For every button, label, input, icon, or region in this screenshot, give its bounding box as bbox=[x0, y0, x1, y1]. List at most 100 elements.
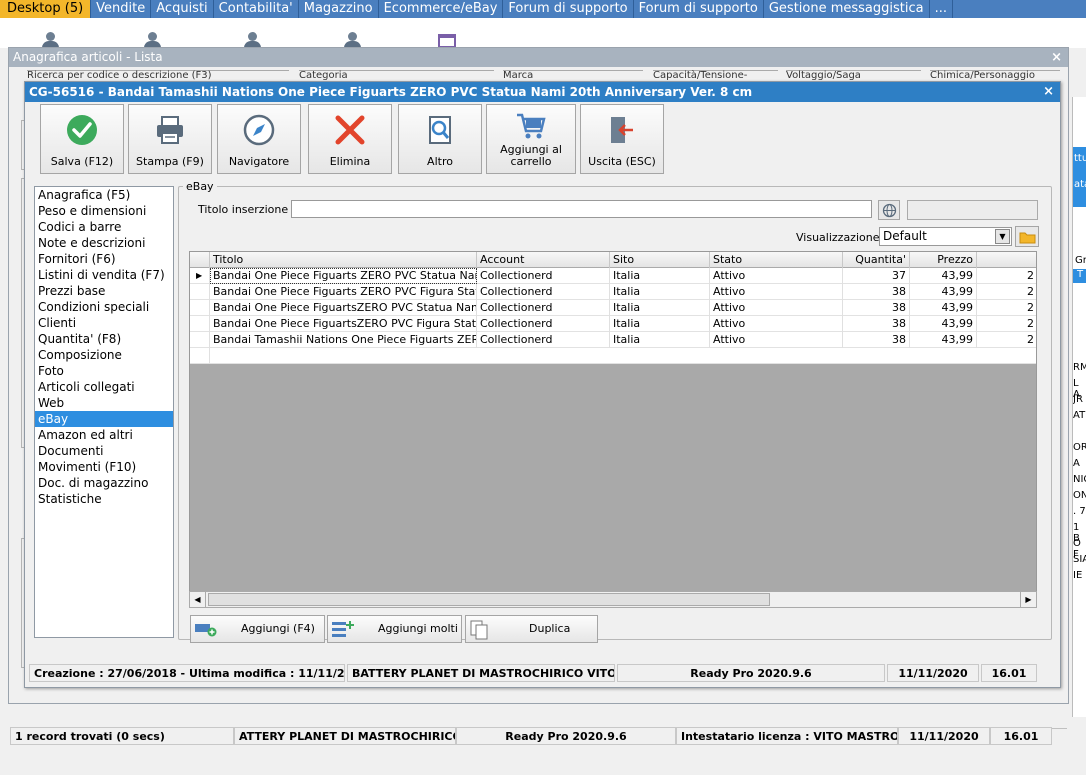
cell-qty[interactable]: 38 bbox=[843, 300, 910, 316]
scroll-thumb[interactable] bbox=[208, 593, 770, 606]
tab-desktop[interactable]: Desktop (5) bbox=[0, 0, 92, 18]
cell-price[interactable]: 43,99 bbox=[910, 300, 977, 316]
cell-state[interactable]: Attivo bbox=[710, 268, 843, 284]
nav-item[interactable]: Prezzi base bbox=[35, 283, 173, 299]
nav-item[interactable]: Anagrafica (F5) bbox=[35, 187, 173, 203]
cell-title[interactable]: Bandai One Piece Figuarts ZERO PVC Statu… bbox=[210, 268, 477, 284]
globe-button[interactable] bbox=[878, 200, 900, 220]
cell-qty[interactable]: 38 bbox=[843, 284, 910, 300]
cell-price[interactable]: 43,99 bbox=[910, 284, 977, 300]
nav-item[interactable]: Web bbox=[35, 395, 173, 411]
nav-item[interactable]: Foto bbox=[35, 363, 173, 379]
nav-item[interactable]: Statistiche bbox=[35, 491, 173, 507]
cell-extra[interactable]: 2 bbox=[977, 268, 1036, 284]
duplicate-button[interactable]: Duplica bbox=[465, 615, 598, 643]
cell-account[interactable]: Collectionerd bbox=[477, 316, 610, 332]
cell-qty[interactable]: 38 bbox=[843, 316, 910, 332]
close-icon[interactable]: × bbox=[1051, 48, 1062, 67]
column-header[interactable]: Titolo bbox=[210, 252, 477, 268]
nav-item[interactable]: Composizione bbox=[35, 347, 173, 363]
cell-extra[interactable]: 2 bbox=[977, 316, 1036, 332]
cell-state[interactable]: Attivo bbox=[710, 284, 843, 300]
table-row[interactable]: Bandai One Piece Figuarts ZERO PVC Figur… bbox=[190, 284, 1036, 300]
tab-forum-2[interactable]: Forum di supporto bbox=[633, 0, 764, 18]
cell-qty[interactable]: 38 bbox=[843, 332, 910, 348]
other-button[interactable]: Altro bbox=[398, 104, 482, 174]
column-header[interactable]: Stato bbox=[710, 252, 843, 268]
scroll-left-icon[interactable]: ◀ bbox=[190, 592, 206, 607]
table-row[interactable]: Bandai Tamashii Nations One Piece Figuar… bbox=[190, 332, 1036, 348]
scroll-right-icon[interactable]: ▶ bbox=[1020, 592, 1036, 607]
nav-item-ebay[interactable]: eBay bbox=[35, 411, 173, 427]
nav-item[interactable]: Peso e dimensioni bbox=[35, 203, 173, 219]
table-row[interactable]: ▶ Bandai One Piece Figuarts ZERO PVC Sta… bbox=[190, 268, 1036, 284]
cell-site[interactable]: Italia bbox=[610, 284, 710, 300]
filter-chemistry[interactable]: Chimica/Personaggio bbox=[930, 70, 1060, 80]
cell-qty[interactable]: 37 bbox=[843, 268, 910, 284]
cell-extra[interactable]: 2 bbox=[977, 300, 1036, 316]
cell-title[interactable]: Bandai One Piece FiguartsZERO PVC Figura… bbox=[210, 316, 477, 332]
tab-acquisti[interactable]: Acquisti bbox=[151, 0, 214, 18]
calendar-icon[interactable] bbox=[436, 30, 462, 48]
user-icon[interactable] bbox=[340, 30, 366, 48]
print-button[interactable]: Stampa (F9) bbox=[128, 104, 212, 174]
add-to-cart-button[interactable]: Aggiungi al carrello bbox=[486, 104, 576, 174]
tab-ecommerce[interactable]: Ecommerce/eBay bbox=[378, 0, 504, 18]
cell-site[interactable]: Italia bbox=[610, 300, 710, 316]
cell-account[interactable]: Collectionerd bbox=[477, 300, 610, 316]
nav-item[interactable]: Listini di vendita (F7) bbox=[35, 267, 173, 283]
filter-category[interactable]: Categoria bbox=[299, 70, 494, 80]
cell-site[interactable]: Italia bbox=[610, 268, 710, 284]
nav-item[interactable]: Quantita' (F8) bbox=[35, 331, 173, 347]
tab-vendite[interactable]: Vendite bbox=[91, 0, 152, 18]
chevron-down-icon[interactable]: ▼ bbox=[995, 229, 1010, 244]
nav-item[interactable]: Amazon ed altri bbox=[35, 427, 173, 443]
tab-more[interactable]: ... bbox=[929, 0, 954, 18]
nav-item[interactable]: Fornitori (F6) bbox=[35, 251, 173, 267]
cell-account[interactable]: Collectionerd bbox=[477, 268, 610, 284]
cell-title[interactable]: Bandai Tamashii Nations One Piece Figuar… bbox=[210, 332, 477, 348]
tab-forum-1[interactable]: Forum di supporto bbox=[503, 0, 634, 18]
tab-magazzino[interactable]: Magazzino bbox=[298, 0, 379, 18]
cell-extra[interactable]: 2 bbox=[977, 284, 1036, 300]
cell-title[interactable]: Bandai One Piece FiguartsZERO PVC Statua… bbox=[210, 300, 477, 316]
user-icon[interactable] bbox=[140, 30, 166, 48]
column-header[interactable]: Quantita' bbox=[843, 252, 910, 268]
cell-title[interactable]: Bandai One Piece Figuarts ZERO PVC Figur… bbox=[210, 284, 477, 300]
listing-title-input[interactable] bbox=[291, 200, 872, 218]
nav-item[interactable]: Doc. di magazzino bbox=[35, 475, 173, 491]
delete-button[interactable]: Elimina bbox=[308, 104, 392, 174]
nav-item[interactable]: Movimenti (F10) bbox=[35, 459, 173, 475]
cell-price[interactable]: 43,99 bbox=[910, 332, 977, 348]
cell-site[interactable]: Italia bbox=[610, 316, 710, 332]
table-row[interactable]: Bandai One Piece FiguartsZERO PVC Figura… bbox=[190, 316, 1036, 332]
cell-account[interactable]: Collectionerd bbox=[477, 332, 610, 348]
column-header[interactable]: Account bbox=[477, 252, 610, 268]
cell-state[interactable]: Attivo bbox=[710, 300, 843, 316]
close-icon[interactable]: × bbox=[1043, 82, 1054, 102]
cell-state[interactable]: Attivo bbox=[710, 316, 843, 332]
new-row[interactable] bbox=[190, 348, 1036, 364]
add-many-button[interactable]: Aggiungi molti bbox=[327, 615, 462, 643]
cell-state[interactable]: Attivo bbox=[710, 332, 843, 348]
tab-contabilita[interactable]: Contabilita' bbox=[213, 0, 299, 18]
view-select[interactable]: Default ▼ bbox=[879, 227, 1012, 246]
cell-site[interactable]: Italia bbox=[610, 332, 710, 348]
nav-item[interactable]: Clienti bbox=[35, 315, 173, 331]
cell-price[interactable]: 43,99 bbox=[910, 268, 977, 284]
column-header[interactable]: Prezzo bbox=[910, 252, 977, 268]
exit-button[interactable]: Uscita (ESC) bbox=[580, 104, 664, 174]
table-row[interactable]: Bandai One Piece FiguartsZERO PVC Statua… bbox=[190, 300, 1036, 316]
cell-price[interactable]: 43,99 bbox=[910, 316, 977, 332]
nav-item[interactable]: Codici a barre bbox=[35, 219, 173, 235]
navigator-button[interactable]: Navigatore bbox=[217, 104, 301, 174]
nav-item[interactable]: Condizioni speciali bbox=[35, 299, 173, 315]
nav-item[interactable]: Articoli collegati bbox=[35, 379, 173, 395]
cell-account[interactable]: Collectionerd bbox=[477, 284, 610, 300]
filter-brand[interactable]: Marca bbox=[503, 70, 643, 80]
user-icon[interactable] bbox=[240, 30, 266, 48]
filter-capacity[interactable]: Capacità/Tensione-Gener bbox=[653, 70, 778, 80]
save-button[interactable]: Salva (F12) bbox=[40, 104, 124, 174]
column-header[interactable]: Sito bbox=[610, 252, 710, 268]
tab-messaggistica[interactable]: Gestione messaggistica bbox=[763, 0, 930, 18]
